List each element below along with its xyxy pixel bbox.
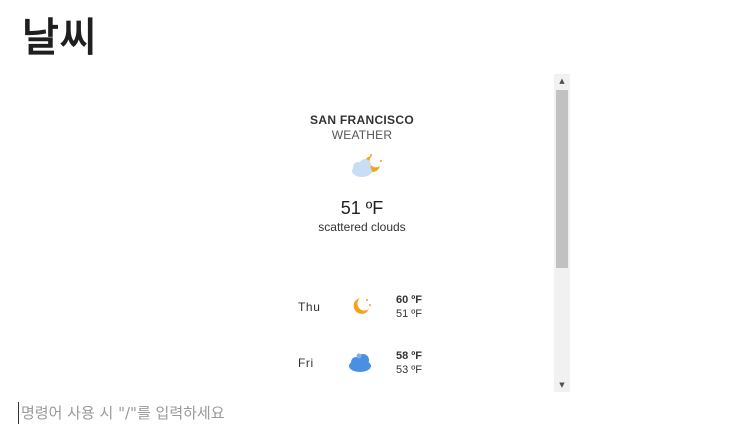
cloud-icon xyxy=(349,353,371,372)
forecast-low: 51 ºF xyxy=(395,308,422,320)
partly-cloudy-night-icon xyxy=(352,154,382,177)
weather-subtitle: WEATHER xyxy=(331,128,393,142)
city-name: SAN FRANCISCO xyxy=(310,113,414,127)
weather-widget: SAN FRANCISCO WEATHER 51 ºF scattered cl… xyxy=(262,74,554,392)
forecast-row: Thu 60 ºF 51 ºF xyxy=(262,292,462,332)
widget-scrollbar[interactable]: ▲ ▼ xyxy=(554,74,570,392)
scroll-down-arrow-icon[interactable]: ▼ xyxy=(554,378,570,392)
current-temperature: 51 ºF xyxy=(340,198,384,218)
forecast-high: 60 ºF xyxy=(395,294,422,306)
moon-icon xyxy=(353,298,371,314)
forecast-day: Fri xyxy=(298,356,314,370)
scroll-up-arrow-icon[interactable]: ▲ xyxy=(554,74,570,88)
page-title: 날씨 xyxy=(22,15,98,61)
page: 날씨 SAN FRANCISCO WEATHER 51 ºF scattered… xyxy=(0,0,749,444)
forecast-day: Thu xyxy=(298,300,321,314)
forecast-row: Fri 58 ºF 53 ºF xyxy=(262,348,462,388)
forecast-low: 53 ºF xyxy=(395,364,422,376)
current-description: scattered clouds xyxy=(318,220,406,234)
scroll-thumb[interactable] xyxy=(556,90,568,268)
forecast-high: 58 ºF xyxy=(395,350,422,362)
command-input[interactable] xyxy=(18,402,581,424)
